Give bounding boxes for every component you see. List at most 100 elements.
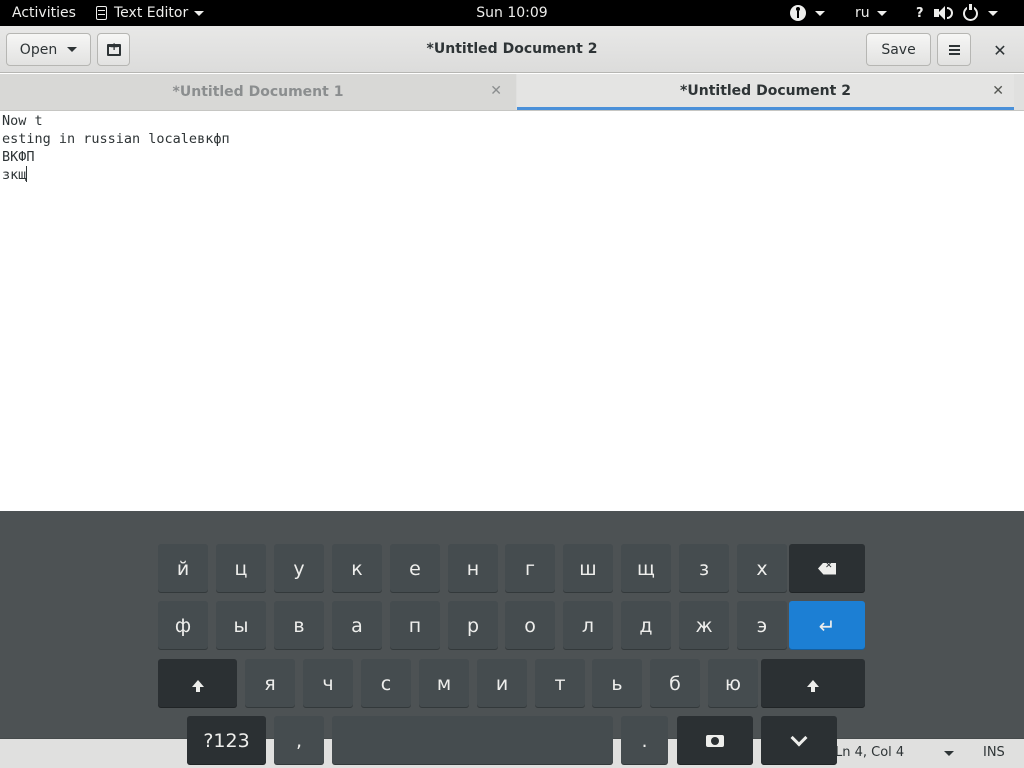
enter-key[interactable]: ↵ bbox=[789, 601, 865, 650]
key-ш[interactable]: ш bbox=[563, 544, 613, 593]
key-label: а bbox=[351, 614, 363, 637]
editor-line: ВКФП bbox=[2, 149, 35, 165]
shift-icon bbox=[191, 680, 204, 692]
key-н[interactable]: н bbox=[448, 544, 498, 593]
shift-key-right[interactable] bbox=[761, 659, 865, 708]
close-icon[interactable]: ✕ bbox=[992, 83, 1004, 99]
key-ю[interactable]: ю bbox=[708, 659, 758, 708]
header-bar: Open *Untitled Document 2 Save ✕ bbox=[0, 26, 1024, 73]
key-о[interactable]: о bbox=[505, 601, 555, 650]
key-э[interactable]: э bbox=[737, 601, 787, 650]
key-label: д bbox=[639, 614, 653, 637]
menu-button[interactable] bbox=[937, 33, 971, 66]
insert-mode-indicator[interactable]: INS bbox=[983, 745, 1005, 760]
key-у[interactable]: у bbox=[274, 544, 324, 593]
hide-keyboard-key[interactable] bbox=[761, 716, 837, 765]
key-а[interactable]: а bbox=[332, 601, 382, 650]
tab-untitled-document-1[interactable]: *Untitled Document 1 ✕ bbox=[0, 74, 516, 110]
key-label: р bbox=[466, 614, 480, 637]
key-й[interactable]: й bbox=[158, 544, 208, 593]
accessibility-menu[interactable] bbox=[790, 0, 825, 26]
key-т[interactable]: т bbox=[535, 659, 585, 708]
key-е[interactable]: е bbox=[390, 544, 440, 593]
key-з[interactable]: з bbox=[679, 544, 729, 593]
period-key-label: . bbox=[641, 729, 648, 752]
clock-label[interactable]: Sun 10:09 bbox=[476, 5, 547, 21]
tab-bar: *Untitled Document 1 ✕ *Untitled Documen… bbox=[0, 74, 1024, 111]
editor-line-current: зкщ bbox=[2, 166, 1024, 184]
key-ж[interactable]: ж bbox=[679, 601, 729, 650]
comma-key[interactable]: , bbox=[274, 716, 324, 765]
editor-line: esting in russian localeвкфп bbox=[2, 131, 230, 147]
key-в[interactable]: в bbox=[274, 601, 324, 650]
text-cursor bbox=[26, 166, 28, 182]
new-document-icon bbox=[106, 41, 121, 56]
key-label: с bbox=[380, 672, 392, 695]
space-key[interactable] bbox=[332, 716, 613, 765]
key-label: о bbox=[524, 614, 536, 637]
text-editor-icon bbox=[96, 6, 107, 20]
text-editor-area[interactable]: Now t esting in russian localeвкфп ВКФП … bbox=[0, 111, 1024, 511]
input-language-label: ru bbox=[855, 5, 870, 21]
backspace-key[interactable] bbox=[789, 544, 865, 593]
emoji-key[interactable] bbox=[677, 716, 753, 765]
key-щ[interactable]: щ bbox=[621, 544, 671, 593]
cursor-position-menu[interactable]: Ln 4, Col 4 bbox=[835, 745, 955, 760]
key-label: ь bbox=[611, 672, 623, 695]
activities-button[interactable]: Activities bbox=[12, 0, 76, 26]
key-label: у bbox=[293, 557, 305, 580]
key-я[interactable]: я bbox=[245, 659, 295, 708]
key-label: ы bbox=[233, 614, 249, 637]
key-п[interactable]: п bbox=[390, 601, 440, 650]
open-button[interactable]: Open bbox=[6, 33, 91, 66]
backspace-icon bbox=[818, 562, 836, 575]
key-х[interactable]: х bbox=[737, 544, 787, 593]
open-button-label: Open bbox=[19, 41, 58, 58]
accessibility-icon bbox=[790, 5, 806, 21]
tab-label: *Untitled Document 1 bbox=[172, 84, 344, 100]
key-л[interactable]: л bbox=[563, 601, 613, 650]
key-ч[interactable]: ч bbox=[303, 659, 353, 708]
key-м[interactable]: м bbox=[419, 659, 469, 708]
key-б[interactable]: б bbox=[650, 659, 700, 708]
app-menu[interactable]: Text Editor bbox=[96, 0, 205, 26]
key-с[interactable]: с bbox=[361, 659, 411, 708]
close-icon[interactable]: ✕ bbox=[490, 83, 502, 99]
key-ы[interactable]: ы bbox=[216, 601, 266, 650]
tab-untitled-document-2[interactable]: *Untitled Document 2 ✕ bbox=[517, 74, 1014, 110]
key-label: п bbox=[408, 614, 422, 637]
key-ц[interactable]: ц bbox=[216, 544, 266, 593]
save-button[interactable]: Save bbox=[866, 33, 931, 66]
key-label: к bbox=[351, 557, 363, 580]
input-language-menu[interactable]: ru bbox=[855, 0, 887, 26]
key-label: э bbox=[756, 614, 768, 637]
tab-label: *Untitled Document 2 bbox=[680, 82, 851, 99]
key-label: з bbox=[698, 557, 710, 580]
chevron-down-icon bbox=[815, 10, 825, 16]
key-г[interactable]: г bbox=[505, 544, 555, 593]
close-window-button[interactable]: ✕ bbox=[985, 38, 1015, 62]
system-menu[interactable]: ? bbox=[916, 0, 998, 26]
key-label: ц bbox=[234, 557, 248, 580]
key-р[interactable]: р bbox=[448, 601, 498, 650]
key-ь[interactable]: ь bbox=[592, 659, 642, 708]
shift-key-left[interactable] bbox=[158, 659, 237, 708]
key-и[interactable]: и bbox=[477, 659, 527, 708]
enter-icon: ↵ bbox=[818, 613, 836, 638]
key-д[interactable]: д bbox=[621, 601, 671, 650]
key-label: ч bbox=[322, 672, 334, 695]
numbers-key[interactable]: ?123 bbox=[187, 716, 266, 765]
key-к[interactable]: к bbox=[332, 544, 382, 593]
network-icon: ? bbox=[916, 5, 924, 21]
editor-line-text: зкщ bbox=[2, 167, 27, 183]
new-document-button[interactable] bbox=[97, 33, 130, 66]
chevron-down-icon bbox=[987, 10, 998, 16]
on-screen-keyboard: ↵ ?123 , . й ц у к е н г ш щ з х ф ы в а п р о л д ж э я ч с м и т ь… bbox=[0, 511, 1024, 765]
key-ф[interactable]: ф bbox=[158, 601, 208, 650]
period-key[interactable]: . bbox=[621, 716, 668, 765]
key-label: н bbox=[466, 557, 480, 580]
key-label: ф bbox=[174, 614, 192, 637]
hamburger-icon bbox=[948, 44, 960, 55]
numbers-key-label: ?123 bbox=[203, 729, 250, 752]
app-menu-label: Text Editor bbox=[114, 5, 189, 21]
